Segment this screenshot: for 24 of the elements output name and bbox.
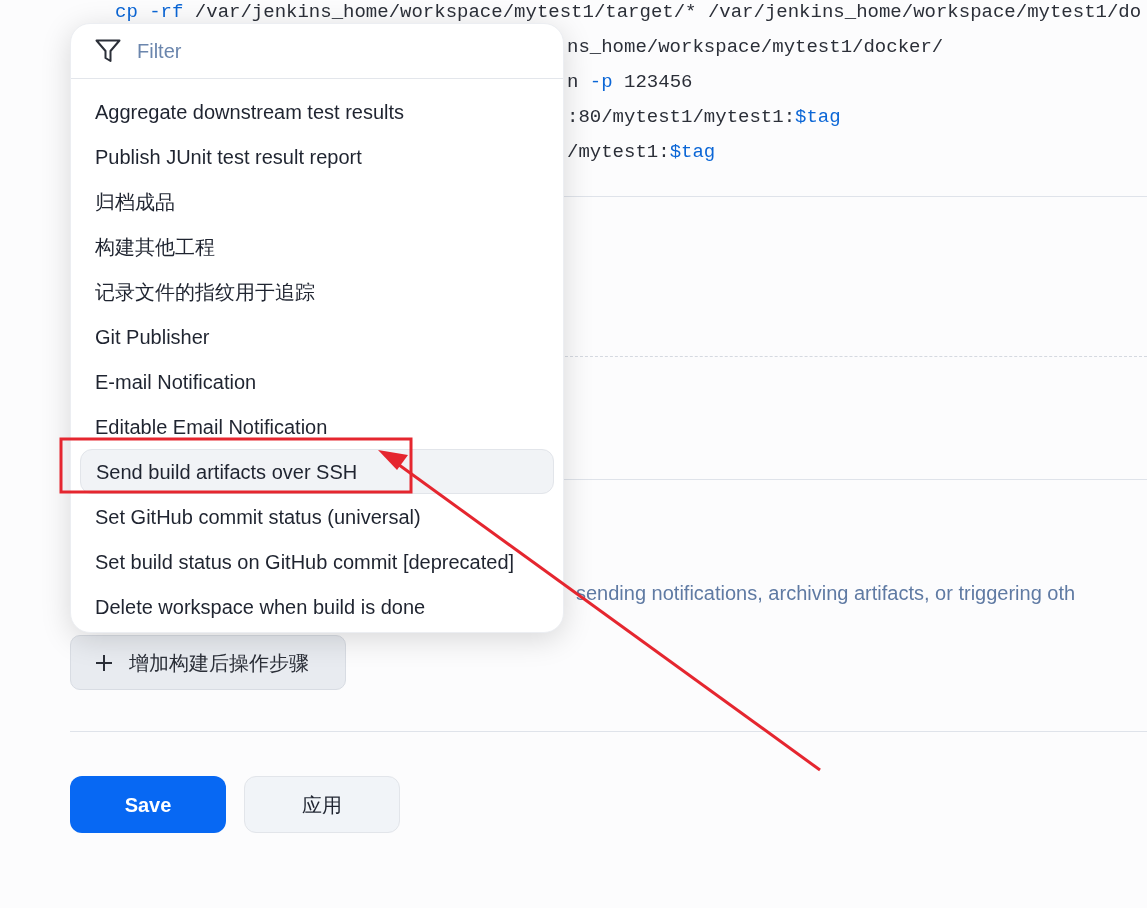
filter-field[interactable]: Filter — [137, 36, 563, 66]
menu-item[interactable]: Set GitHub commit status (universal) — [80, 494, 554, 539]
code-line: :80/mytest1/mytest1:$tag — [567, 106, 841, 128]
help-text: sending notifications, archiving artifacts, or triggering oth — [576, 582, 1076, 604]
menu-item[interactable]: Aggregate downstream test results — [80, 89, 554, 134]
save-button[interactable]: Save — [70, 776, 226, 833]
menu-item[interactable]: E-mail Notification — [80, 359, 554, 404]
menu-item[interactable]: 归档成品 — [80, 179, 554, 224]
code-line: /mytest1:$tag — [567, 141, 716, 163]
menu-item[interactable]: 记录文件的指纹用于追踪 — [80, 269, 554, 314]
menu-item[interactable]: Git Publisher — [80, 314, 554, 359]
menu-item[interactable]: Editable Email Notification — [80, 404, 554, 449]
filter-icon — [95, 39, 121, 63]
code-line: ns_home/workspace/mytest1/docker/ — [567, 36, 944, 58]
code-line: cp -rf /var/jenkins_home/workspace/mytest1/target/* /var/jenkins_home/workspace/mytest1/do — [115, 1, 1142, 23]
menu-item[interactable]: Delete workspace when build is done — [80, 584, 554, 629]
add-step-button[interactable]: 增加构建后操作步骤 — [70, 635, 346, 690]
menu-item[interactable]: Set build status on GitHub commit [deprecated] — [80, 539, 554, 584]
menu-item[interactable]: 构建其他工程 — [80, 224, 554, 269]
code-line: n -p 123456 — [567, 71, 693, 93]
menu-item[interactable]: Publish JUnit test result report — [80, 134, 554, 179]
apply-button[interactable]: 应用 — [244, 776, 400, 833]
plus-icon — [95, 653, 113, 672]
menu-item[interactable]: Send build artifacts over SSH — [80, 449, 554, 494]
